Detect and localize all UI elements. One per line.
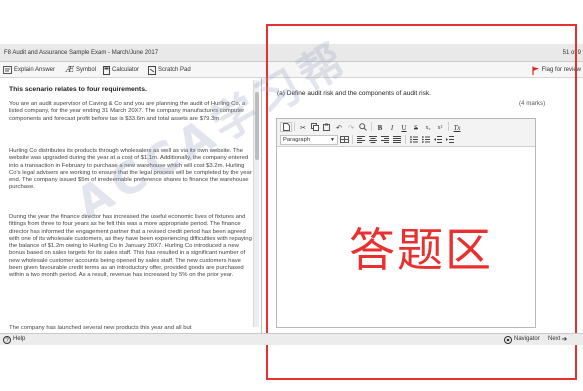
new-document-button[interactable] [280,121,292,132]
symbol-icon: Æ [66,65,75,74]
numbered-list-icon [422,135,430,143]
scratch-pad-button[interactable]: Scratch Pad [148,62,191,78]
insert-table-button[interactable] [338,135,350,145]
editor-toolbar-row-2: Paragraph ▼ [280,134,456,145]
question-counter: 51 of 9 [562,50,581,56]
align-center-button[interactable] [367,135,379,145]
requirement-marks: (4 marks) [519,100,546,107]
align-right-button[interactable] [379,135,391,145]
indent-icon [446,135,454,143]
explain-answer-button[interactable]: Explain Answer [3,62,55,78]
superscript-button[interactable]: x² [434,122,446,132]
help-label: Help [13,336,26,342]
calculator-icon [103,65,110,75]
subscript-button[interactable]: x₂ [422,122,434,132]
status-bar: ? Help Navigator Next ➜ [0,333,583,345]
exam-toolbar: Explain Answer Æ Symbol Calculator Scrat… [0,62,583,78]
explain-answer-label: Explain Answer [14,67,56,73]
paragraph-style-value: Paragraph [283,136,311,143]
flag-icon [532,66,539,75]
italic-button[interactable]: I [386,122,398,132]
scenario-paragraph-4: The company has launched several new pro… [9,325,192,331]
redo-icon: ↷ [348,123,354,132]
editor-toolbar: ✂ ↶ ↷ B I U S x₂ x² Tx Paragraph ▼ [277,119,535,147]
next-button[interactable]: Next ➜ [548,334,567,345]
navigator-icon [504,335,512,344]
calculator-label: Calculator [112,67,140,73]
outdent-button[interactable] [432,135,444,145]
align-right-icon [381,135,389,143]
answer-pane: (a) Define audit risk and the components… [263,78,583,333]
undo-icon: ↶ [336,123,342,132]
bulleted-list-button[interactable] [408,135,420,145]
scratch-pad-label: Scratch Pad [158,67,191,73]
table-icon [339,135,349,143]
scenario-scrollbar[interactable] [253,80,259,327]
indent-button[interactable] [444,135,456,145]
justify-icon [393,135,401,143]
clear-formatting-button[interactable]: Tx [451,122,463,132]
redo-button[interactable]: ↷ [345,122,357,132]
scenario-heading: This scenario relates to four requiremen… [9,86,147,93]
copy-button[interactable] [309,122,321,132]
flag-for-review-label: Flag for review [541,67,581,73]
calculator-button[interactable]: Calculator [103,62,139,78]
strikethrough-button[interactable]: S [410,122,422,132]
answer-editor[interactable]: ✂ ↶ ↷ B I U S x₂ x² Tx Paragraph ▼ 答题区 [276,118,536,328]
underline-button[interactable]: U [398,122,410,132]
symbol-button[interactable]: Æ Symbol [66,62,96,78]
arrow-right-icon: ➜ [561,335,568,343]
paste-icon [323,123,330,131]
exam-title-bar: F8 Audit and Assurance Sample Exam - Mar… [0,44,583,62]
answer-area-label: 答题区 [349,223,493,277]
editor-toolbar-row-1: ✂ ↶ ↷ B I U S x₂ x² Tx [280,121,463,132]
help-icon: ? [3,335,11,344]
bullet-list-icon [410,135,418,143]
scissors-icon: ✂ [300,123,306,132]
numbered-list-button[interactable] [420,135,432,145]
chevron-down-icon: ▼ [330,136,335,143]
scenario-paragraph-3: During the year the finance director has… [9,214,252,279]
align-left-icon [357,135,365,143]
symbol-label: Symbol [76,67,97,73]
bold-button[interactable]: B [374,122,386,132]
navigator-button[interactable]: Navigator [504,334,540,345]
align-left-button[interactable] [355,135,367,145]
explain-answer-icon [3,66,12,74]
help-button[interactable]: ? Help [3,334,25,345]
scenario-pane[interactable]: This scenario relates to four requiremen… [0,78,262,333]
align-center-icon [369,135,377,143]
paste-button[interactable] [321,122,333,132]
document-icon [282,122,290,131]
scenario-scrollbar-thumb[interactable] [255,92,259,160]
scenario-paragraph-2: Hurling Co distributes its products thro… [9,148,252,191]
copy-icon [311,122,319,131]
exam-title: F8 Audit and Assurance Sample Exam - Mar… [4,50,159,56]
flag-for-review-button[interactable]: Flag for review [532,62,581,78]
scenario-paragraph-1: You are an audit supervisor of Caving & … [9,101,246,122]
cut-button[interactable]: ✂ [297,122,309,132]
scratch-pad-icon [148,65,156,75]
find-icon [359,122,367,131]
navigator-label: Navigator [514,336,540,342]
requirement-text: (a) Define audit risk and the components… [277,90,431,97]
next-label: Next [548,336,561,342]
outdent-icon [434,135,442,143]
undo-button[interactable]: ↶ [333,122,345,132]
find-button[interactable] [357,122,369,132]
paragraph-style-select[interactable]: Paragraph ▼ [280,134,338,145]
justify-button[interactable] [391,135,403,145]
